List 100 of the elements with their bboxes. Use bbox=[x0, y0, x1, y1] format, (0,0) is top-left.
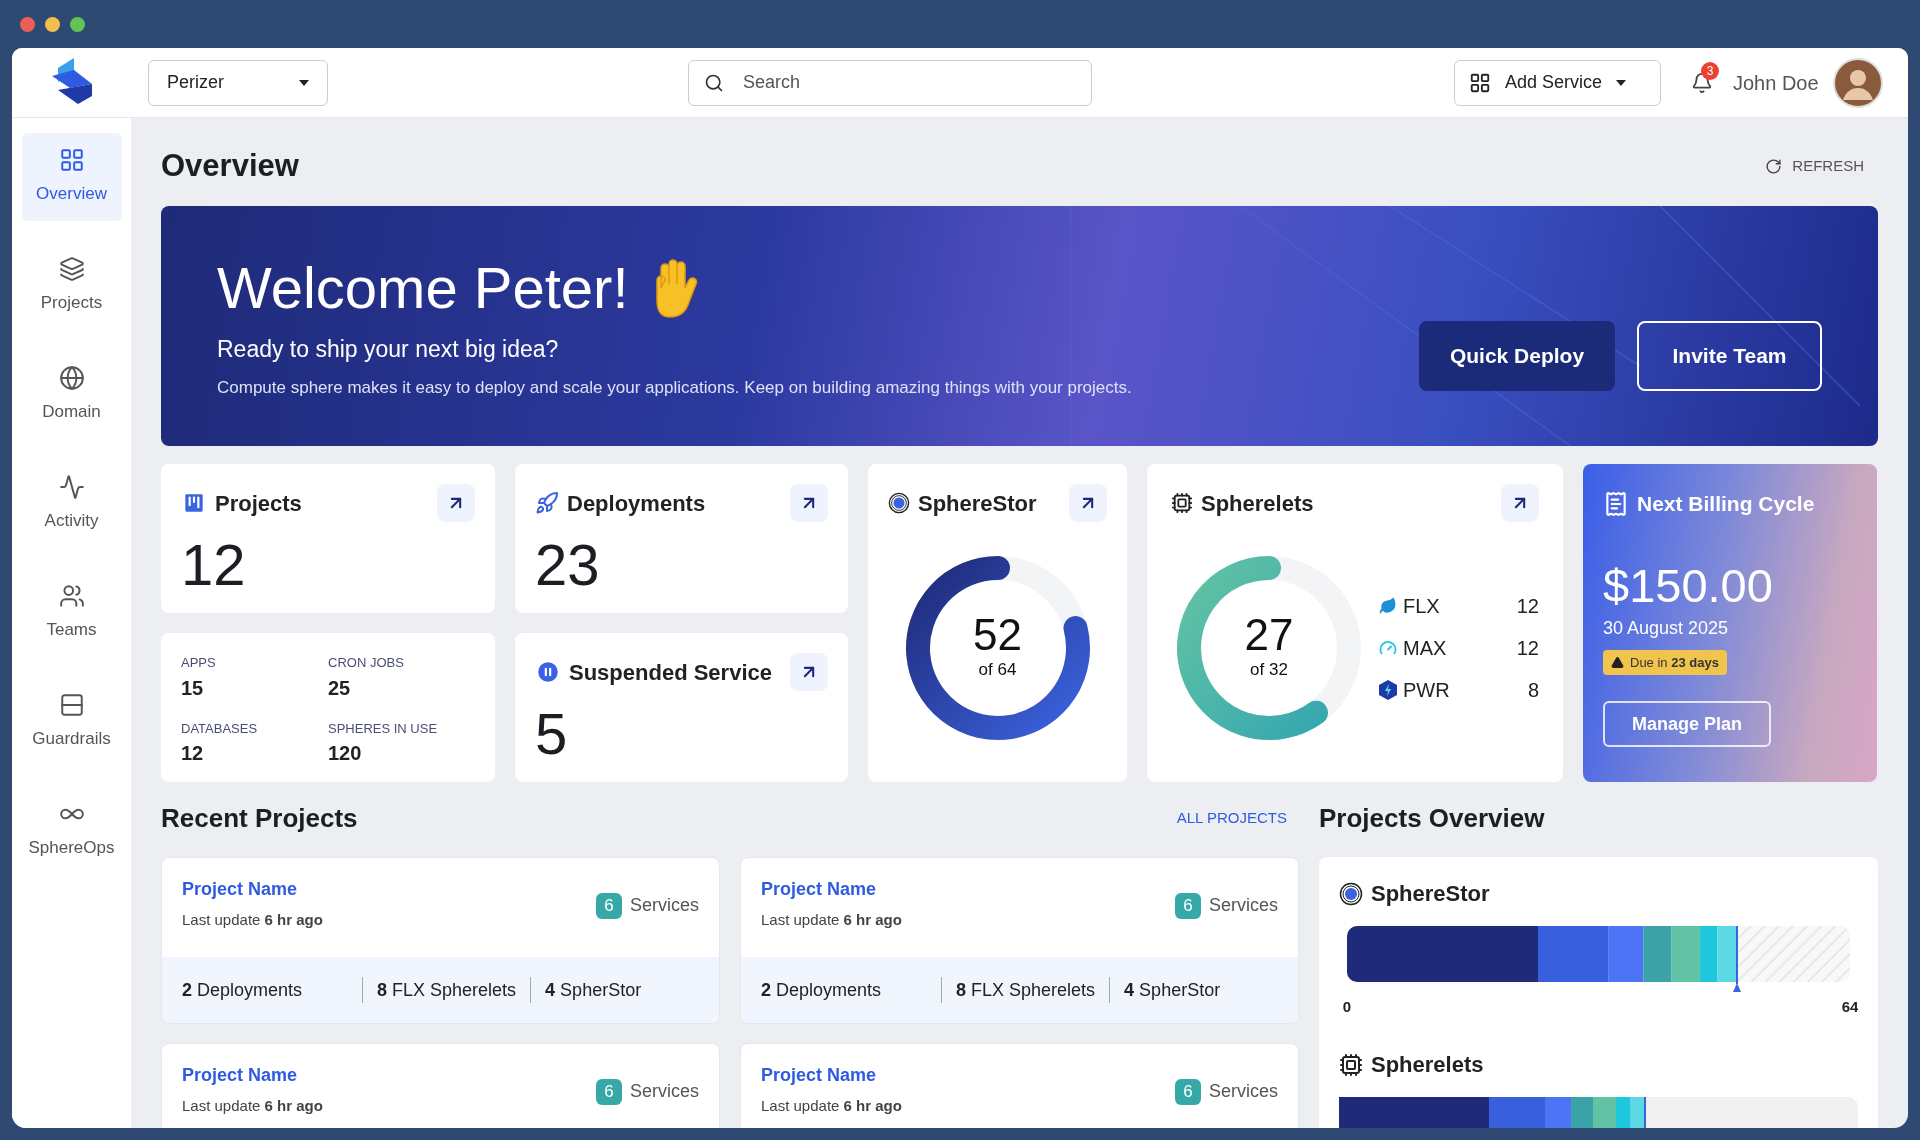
chip-icon bbox=[1339, 1052, 1363, 1077]
section-title: Recent Projects bbox=[161, 801, 358, 835]
caret-icon bbox=[1616, 79, 1627, 86]
card-title: Deployments bbox=[567, 489, 706, 518]
sidebar-item[interactable]: Teams bbox=[21, 569, 122, 657]
open-button[interactable] bbox=[1069, 484, 1107, 522]
project-stat: 8 FLX Spherelets bbox=[956, 978, 1096, 1002]
window-control[interactable] bbox=[70, 16, 85, 32]
last-update: Last update 6 hr ago bbox=[761, 910, 902, 930]
project-card[interactable]: Project Name Last update 6 hr ago 6 Services bbox=[740, 1043, 1299, 1128]
add-service-button[interactable]: Add Service bbox=[1454, 59, 1661, 106]
stat-value: 15 bbox=[181, 675, 205, 701]
stat-value: 120 bbox=[328, 741, 363, 766]
legend-value: 12 bbox=[1516, 636, 1539, 661]
window-control[interactable] bbox=[20, 16, 35, 32]
stat-value: 12 bbox=[181, 741, 205, 766]
search-field[interactable]: Search bbox=[688, 59, 1092, 106]
donut-value: 52 bbox=[973, 613, 1022, 658]
project-stat: 2 Deployments bbox=[761, 978, 883, 1002]
sidebar-item[interactable]: Domain bbox=[21, 351, 122, 439]
project-stat: 8 FLX Spherelets bbox=[377, 978, 517, 1002]
user-name: John Doe bbox=[1733, 70, 1819, 96]
sidebar-item[interactable]: Activity bbox=[21, 460, 122, 548]
legend-value: 12 bbox=[1516, 594, 1539, 619]
usage-marker bbox=[1731, 926, 1742, 992]
legend-label: MAX bbox=[1403, 636, 1448, 661]
bar-segment bbox=[1717, 926, 1737, 982]
open-button[interactable] bbox=[790, 484, 828, 522]
card-title: Suspended Service bbox=[569, 658, 772, 687]
bar-segment bbox=[1643, 926, 1672, 982]
target-icon bbox=[1339, 881, 1363, 906]
services-count: 6 bbox=[1174, 1078, 1201, 1105]
window-control[interactable] bbox=[45, 16, 60, 32]
last-update: Last update 6 hr ago bbox=[761, 1096, 902, 1116]
stat-value: 25 bbox=[328, 675, 352, 701]
sidebar-item[interactable]: SphereOps bbox=[21, 787, 122, 875]
services-label: Services bbox=[629, 1080, 699, 1103]
services-count: 6 bbox=[595, 892, 622, 919]
project-stat: 2 Deployments bbox=[182, 978, 304, 1002]
billing-amount: $150.00 bbox=[1603, 561, 1774, 609]
donut-value: 27 bbox=[1244, 613, 1294, 658]
card-title: SphereStor bbox=[918, 489, 1037, 518]
due-badge: Due in 23 days bbox=[1603, 649, 1727, 675]
rocket-icon bbox=[535, 491, 559, 515]
refresh-icon bbox=[1765, 157, 1783, 175]
banner-button[interactable]: Quick Deploy bbox=[1419, 321, 1615, 391]
project-stat: 4 SpherStor bbox=[545, 978, 642, 1002]
legend-value: 8 bbox=[1527, 678, 1539, 703]
banner-button[interactable]: Invite Team bbox=[1637, 321, 1822, 391]
activity-icon bbox=[58, 474, 85, 501]
project-link[interactable]: Project Name bbox=[182, 876, 323, 903]
caret-icon bbox=[299, 79, 309, 86]
banner-text: Compute sphere makes it easy to deploy and scale your applications. Keep on building amazing things with your projects. bbox=[217, 376, 1133, 399]
card-value: 23 bbox=[535, 536, 601, 594]
manage-plan-button[interactable]: Manage Plan bbox=[1603, 701, 1771, 747]
project-card[interactable]: Project Name Last update 6 hr ago 6 Services bbox=[161, 1043, 720, 1128]
chart-title: SphereStor bbox=[1371, 880, 1490, 908]
project-card[interactable]: Project Name Last update 6 hr ago 6 Services 2 Deployments 8 FLX Spherelets 4 SpherStor bbox=[740, 857, 1299, 1024]
leaf-icon bbox=[1379, 597, 1397, 615]
banner-subtitle: Ready to ship your next big idea? bbox=[217, 335, 560, 365]
legend-label: FLX bbox=[1403, 594, 1441, 619]
layers-icon bbox=[58, 256, 85, 283]
project-card[interactable]: Project Name Last update 6 hr ago 6 Services 2 Deployments 8 FLX Spherelets 4 SpherStor bbox=[161, 857, 720, 1024]
sidebar-item[interactable]: Guardrails bbox=[21, 678, 122, 766]
open-button[interactable] bbox=[790, 653, 828, 691]
project-link[interactable]: Project Name bbox=[182, 1062, 323, 1089]
avatar[interactable] bbox=[1832, 57, 1883, 108]
target-icon bbox=[888, 492, 910, 514]
open-button[interactable] bbox=[1501, 484, 1539, 522]
last-update: Last update 6 hr ago bbox=[182, 1096, 323, 1116]
workspace-dropdown[interactable]: Perizer bbox=[148, 59, 328, 106]
rows-icon bbox=[58, 692, 85, 719]
card-title: Spherelets bbox=[1201, 489, 1314, 518]
grid-icon bbox=[58, 147, 85, 174]
billing-date: 30 August 2025 bbox=[1603, 616, 1730, 640]
globe-icon bbox=[58, 365, 85, 392]
users-icon bbox=[58, 583, 85, 610]
donut-total: of 32 bbox=[1250, 659, 1288, 682]
open-button[interactable] bbox=[437, 484, 475, 522]
panel-title: Spherelets bbox=[1371, 1051, 1484, 1079]
card-value: 5 bbox=[535, 705, 569, 763]
stat-label: SPHERES IN USE bbox=[328, 719, 439, 738]
services-count: 6 bbox=[595, 1078, 622, 1105]
donut-total: of 64 bbox=[978, 659, 1017, 682]
sidebar-item[interactable]: Projects bbox=[21, 242, 122, 330]
services-count: 6 bbox=[1174, 892, 1201, 919]
welcome-title: Welcome Peter! bbox=[217, 253, 629, 322]
axis-tick: 0 bbox=[1342, 998, 1352, 1015]
receipt-icon bbox=[1603, 490, 1629, 517]
project-link[interactable]: Project Name bbox=[761, 1062, 902, 1089]
services-label: Services bbox=[1208, 894, 1278, 917]
services-label: Services bbox=[629, 894, 699, 917]
sidebar-item[interactable]: Overview bbox=[21, 133, 122, 221]
refresh-button[interactable]: REFRESH bbox=[1765, 154, 1864, 178]
project-link[interactable]: Project Name bbox=[761, 876, 902, 903]
all-projects-link[interactable]: ALL PROJECTS bbox=[1176, 806, 1287, 830]
legend-label: PWR bbox=[1403, 678, 1451, 703]
page-title: Overview bbox=[161, 146, 299, 185]
services-label: Services bbox=[1208, 1080, 1278, 1103]
notification-badge: 3 bbox=[1701, 61, 1719, 80]
